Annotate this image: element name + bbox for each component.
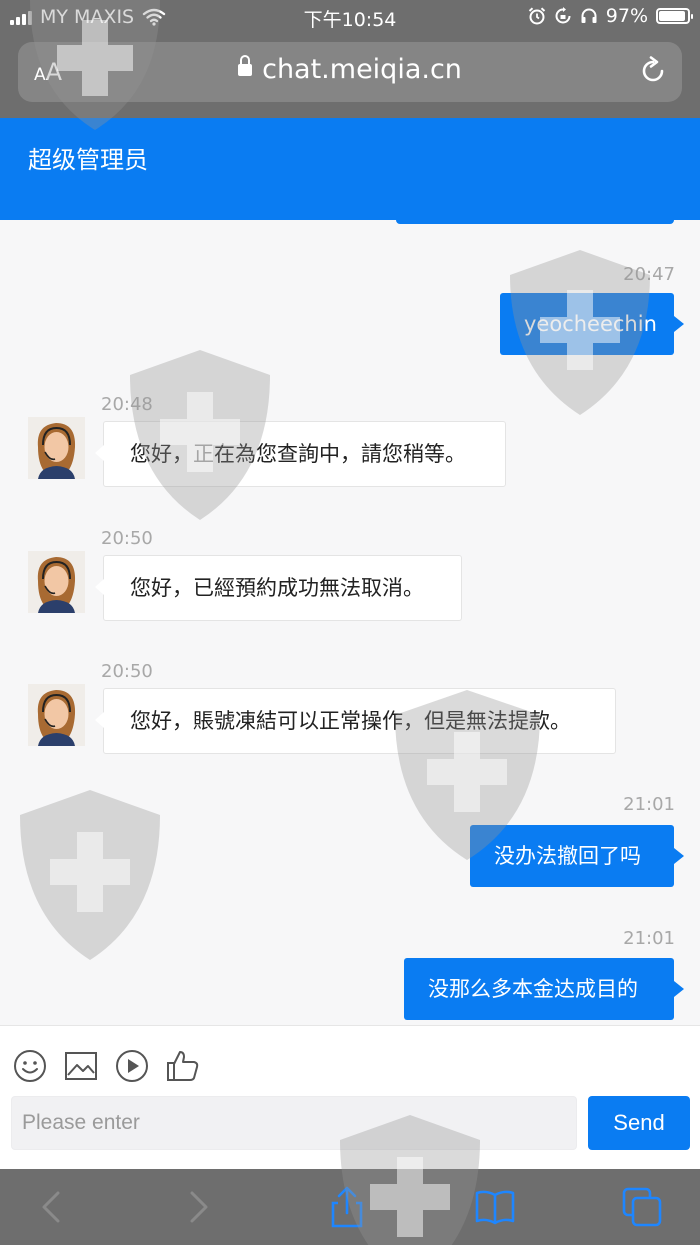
browser-address-area: AA chat.meiqia.cn	[0, 34, 700, 118]
message-time: 20:50	[101, 528, 153, 549]
forward-icon[interactable]	[176, 1185, 220, 1229]
incoming-message[interactable]: 您好，已經預約成功無法取消。	[95, 555, 462, 621]
message-list[interactable]: 20:47 yeocheechin 20:48 您好，正在為您查詢中，請您稍等。…	[0, 220, 700, 1025]
image-icon[interactable]	[63, 1048, 99, 1084]
back-icon[interactable]	[30, 1185, 74, 1229]
reload-icon[interactable]	[638, 56, 668, 86]
message-time: 20:50	[101, 661, 153, 682]
incoming-message[interactable]: 您好，賬號凍結可以正常操作，但是無法提款。	[95, 688, 616, 754]
message-time: 20:47	[623, 264, 675, 285]
url-text[interactable]: chat.meiqia.cn	[262, 54, 462, 85]
thumbs-up-icon[interactable]	[165, 1048, 201, 1084]
message-time: 21:01	[623, 928, 675, 949]
message-time: 21:01	[623, 794, 675, 815]
battery-icon	[656, 8, 693, 24]
composer: Send	[0, 1025, 700, 1170]
battery-percent: 97%	[605, 5, 648, 27]
headphones-icon	[581, 8, 597, 23]
outgoing-message[interactable]: 没办法撤回了吗	[470, 825, 684, 887]
agent-avatar	[28, 684, 85, 746]
incoming-message[interactable]: 您好，正在為您查詢中，請您稍等。	[95, 421, 506, 487]
tabs-icon[interactable]	[620, 1185, 664, 1229]
lock-icon	[238, 55, 253, 76]
outgoing-message[interactable]: 没那么多本金达成目的	[404, 958, 684, 1020]
message-time: 20:48	[101, 394, 153, 415]
send-button[interactable]: Send	[588, 1096, 690, 1150]
share-icon[interactable]	[325, 1185, 369, 1229]
alarm-icon	[528, 7, 545, 25]
previous-message-bubble	[396, 220, 674, 224]
chat-header: 超级管理员	[0, 118, 700, 220]
browser-toolbar	[0, 1169, 700, 1245]
rotation-lock-icon	[555, 7, 571, 24]
bookmarks-icon[interactable]	[473, 1185, 517, 1229]
outgoing-message[interactable]: yeocheechin	[500, 293, 684, 355]
agent-avatar	[28, 417, 85, 479]
agent-avatar	[28, 551, 85, 613]
status-bar: MY MAXIS 下午10:54 97%	[0, 0, 700, 34]
play-icon[interactable]	[114, 1048, 150, 1084]
agent-title: 超级管理员	[28, 146, 148, 174]
address-bar[interactable]: AA chat.meiqia.cn	[18, 42, 682, 102]
emoji-icon[interactable]	[12, 1048, 48, 1084]
message-input[interactable]	[11, 1096, 577, 1150]
